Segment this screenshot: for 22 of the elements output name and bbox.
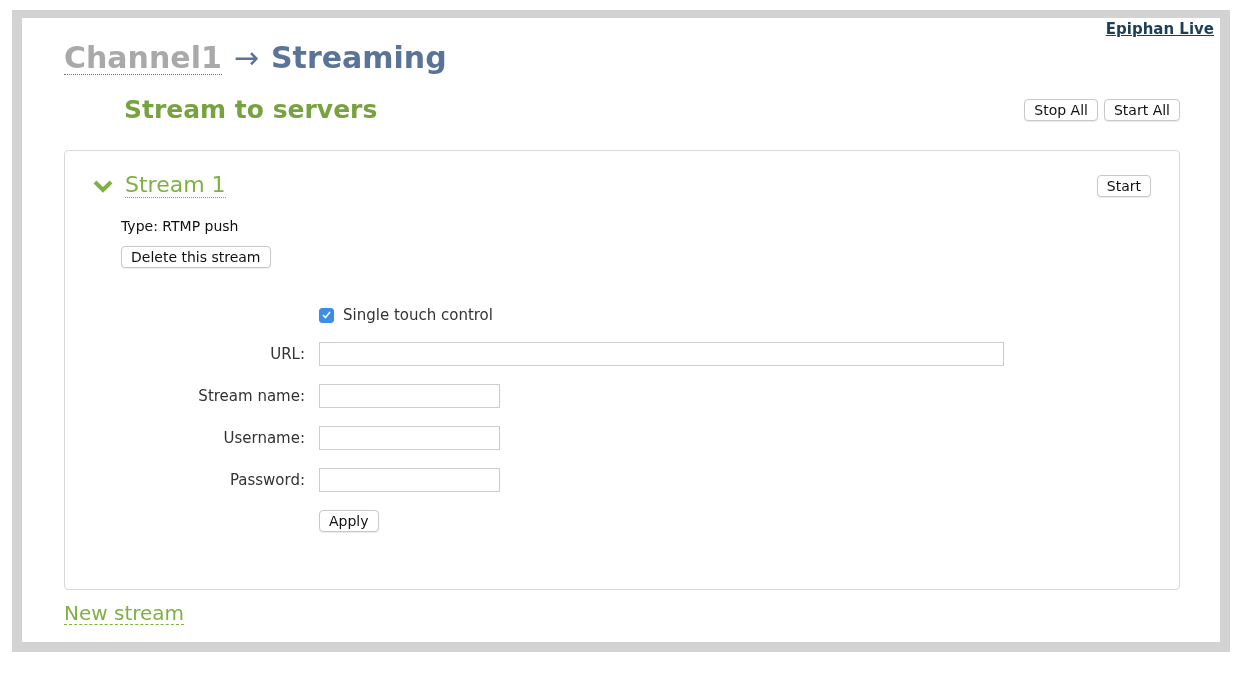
checkmark-icon bbox=[322, 311, 331, 320]
field-label: Stream name: bbox=[198, 387, 305, 406]
page-title: Streaming bbox=[271, 40, 447, 75]
toolbar-button[interactable]: Stop All bbox=[1024, 98, 1098, 121]
stream-type-text: Type: RTMP push bbox=[121, 218, 240, 235]
start-button[interactable]: Start bbox=[1096, 174, 1151, 197]
field-label: URL: bbox=[270, 345, 305, 364]
checkbox-label: Single touch control bbox=[343, 306, 493, 325]
field-label: Username: bbox=[223, 429, 305, 448]
checkbox[interactable] bbox=[319, 307, 334, 323]
input-field[interactable] bbox=[319, 342, 1004, 367]
input-field[interactable] bbox=[319, 426, 500, 451]
epiphan-live-link[interactable]: Epiphan Live bbox=[1105, 20, 1214, 38]
chevron-icon[interactable] bbox=[93, 178, 113, 193]
breadcrumb-separator: → bbox=[233, 40, 259, 75]
input-field[interactable] bbox=[319, 468, 500, 493]
apply-button[interactable]: Apply bbox=[319, 510, 379, 533]
toolbar-button[interactable]: Start All bbox=[1104, 98, 1180, 121]
delete-stream-button[interactable]: Delete this stream bbox=[121, 246, 271, 269]
input-field[interactable] bbox=[319, 384, 500, 409]
section-title: Stream to servers bbox=[124, 95, 378, 124]
field-label: Password: bbox=[229, 471, 305, 490]
